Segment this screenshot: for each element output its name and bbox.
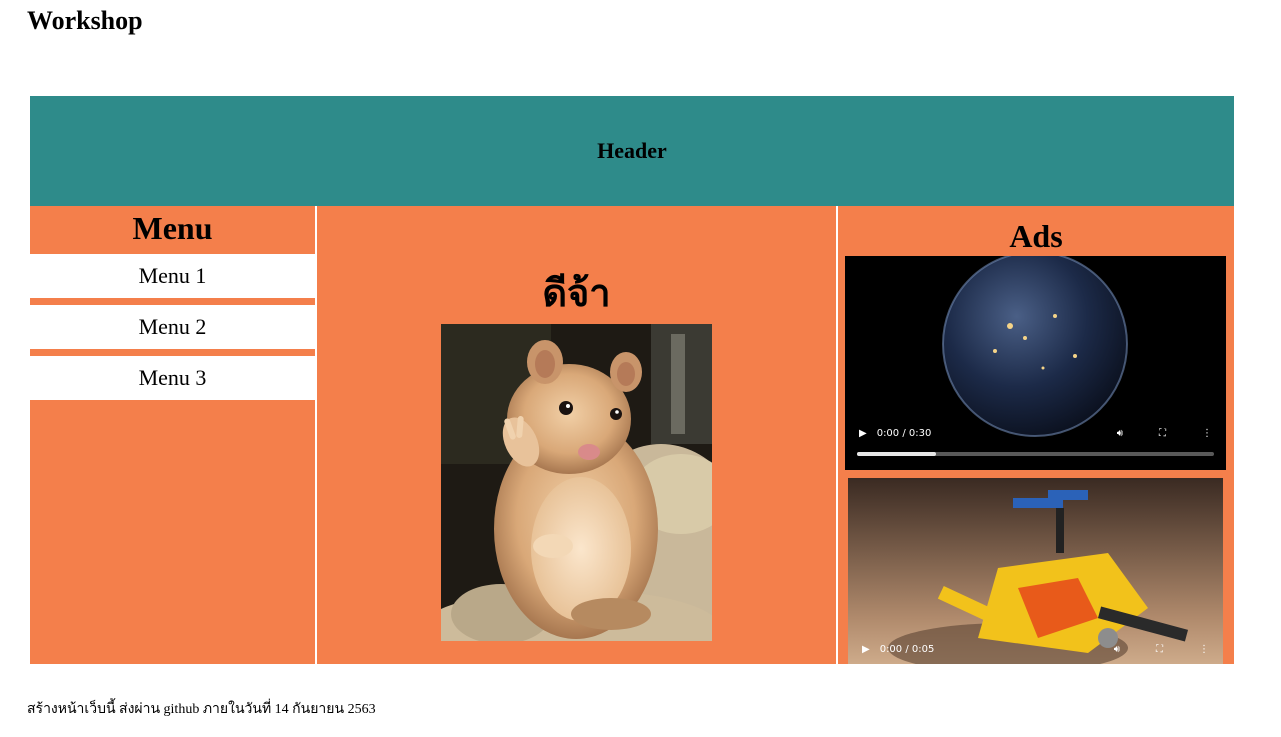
ads-sidebar: Ads ▶ 0:00 / 0:30 🔊︎ ⛶ ⋮ ▶ 0:00 / 0:05 🔊… (838, 206, 1234, 664)
menu-item-label: Menu 1 (138, 263, 207, 288)
volume-icon[interactable]: 🔊︎ (1114, 644, 1120, 655)
page-title: Workshop (27, 6, 143, 35)
menu-item-label: Menu 2 (138, 314, 207, 339)
ads-title: Ads (1009, 218, 1063, 254)
fullscreen-icon[interactable]: ⛶ (1156, 644, 1163, 655)
video-controls: ▶ 0:00 / 0:05 🔊︎ ⛶ ⋮ (848, 634, 1223, 664)
video-controls: ▶ 0:00 / 0:30 🔊︎ ⛶ ⋮ (845, 418, 1226, 448)
more-options-icon[interactable]: ⋮ (1202, 428, 1212, 439)
footer-note: สร้างหน้าเว็บนี้ ส่งผ่าน github ภายในวัน… (27, 702, 376, 717)
video-time: 0:00 / 0:05 (879, 643, 935, 655)
video-time: 0:00 / 0:30 (876, 427, 932, 439)
play-icon[interactable]: ▶ (862, 644, 870, 655)
header-label: Header (597, 138, 667, 163)
menu-item-3[interactable]: Menu 3 (30, 356, 315, 400)
more-options-icon[interactable]: ⋮ (1199, 644, 1209, 655)
menu-item-1[interactable]: Menu 1 (30, 254, 315, 298)
menu-sidebar: Menu Menu 1 Menu 2 Menu 3 (30, 206, 315, 664)
hamster-image (441, 324, 712, 641)
hamster-illustration (441, 324, 712, 641)
menu-item-label: Menu 3 (138, 365, 207, 390)
fullscreen-icon[interactable]: ⛶ (1159, 428, 1166, 439)
video-progress-fill (857, 452, 936, 456)
menu-title: Menu (132, 210, 213, 246)
workshop-layout: Header Menu Menu 1 Menu 2 Menu 3 ดีจ้า A… (30, 96, 1234, 664)
header-section: Header (30, 96, 1234, 206)
video-player-lego[interactable]: ▶ 0:00 / 0:05 🔊︎ ⛶ ⋮ (848, 478, 1223, 664)
main-content: ดีจ้า (317, 206, 836, 664)
play-icon[interactable]: ▶ (859, 428, 867, 439)
greeting-heading: ดีจ้า (542, 271, 611, 315)
video-player-earth[interactable]: ▶ 0:00 / 0:30 🔊︎ ⛶ ⋮ (845, 256, 1226, 470)
menu-item-2[interactable]: Menu 2 (30, 305, 315, 349)
video-progress-bar[interactable] (857, 452, 1214, 456)
volume-icon[interactable]: 🔊︎ (1117, 428, 1123, 439)
